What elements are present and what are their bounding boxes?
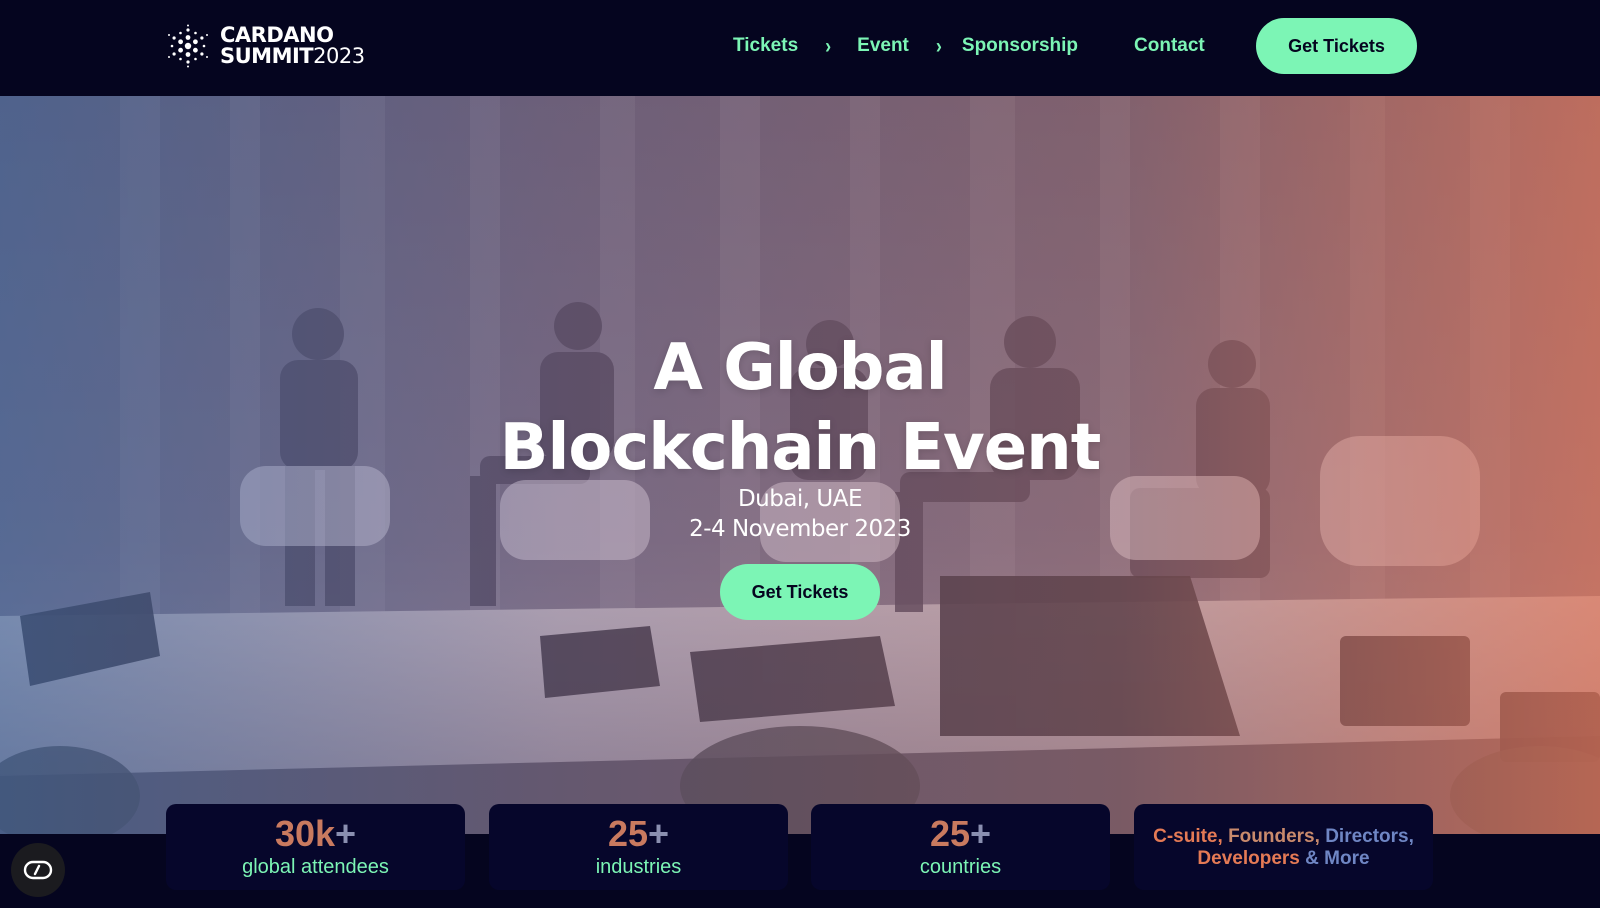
nav-contact[interactable]: Contact <box>1134 35 1205 57</box>
cookie-settings-icon <box>23 860 53 880</box>
audience-more: & More <box>1305 848 1370 869</box>
brand-wordmark: CARDANO SUMMIT2023 <box>220 25 365 67</box>
hero-get-tickets-button[interactable]: Get Tickets <box>720 564 880 620</box>
stat-suffix: + <box>335 813 357 854</box>
stat-label: global attendees <box>242 856 389 878</box>
hero-title-line1: A Global <box>653 331 947 405</box>
brand-line1: CARDANO <box>220 23 334 47</box>
audience-csuite: C-suite, <box>1153 826 1223 847</box>
stat-suffix: + <box>970 813 992 854</box>
main-nav: Tickets › Event › Sponsorship Contact <box>733 0 1205 92</box>
cardano-logo-icon <box>168 24 208 68</box>
hero-section: A Global Blockchain Event Dubai, UAE 2-4… <box>0 96 1600 834</box>
brand-summit: SUMMIT <box>220 44 314 68</box>
stat-value: 30k+ <box>166 814 465 854</box>
nav-event[interactable]: Event <box>857 35 909 57</box>
stat-card-countries: 25+ countries <box>811 804 1110 890</box>
brand-year: 2023 <box>313 44 365 68</box>
brand-logo[interactable]: CARDANO SUMMIT2023 <box>166 24 365 68</box>
stat-label: countries <box>919 856 1002 878</box>
nav-tickets[interactable]: Tickets <box>733 35 798 57</box>
hero-title: A Global Blockchain Event <box>450 328 1150 488</box>
nav-sponsorship[interactable]: Sponsorship <box>962 35 1078 57</box>
site-header: CARDANO SUMMIT2023 Tickets › Event › Spo… <box>0 0 1600 96</box>
cookie-settings-button[interactable] <box>11 843 65 897</box>
stat-value: 25+ <box>811 814 1110 854</box>
audience-developers: Developers <box>1197 848 1300 869</box>
chevron-right-icon[interactable]: › <box>825 33 831 58</box>
stat-number: 30k <box>274 813 336 854</box>
chevron-right-icon[interactable]: › <box>936 33 942 58</box>
hero-title-line2: Blockchain Event <box>499 411 1102 485</box>
hero-location: Dubai, UAE <box>737 486 863 512</box>
audience-directors: Directors, <box>1325 826 1414 847</box>
stat-card-attendees: 30k+ global attendees <box>166 804 465 890</box>
audience-founders: Founders, <box>1228 826 1320 847</box>
stat-number: 25 <box>607 813 648 854</box>
header-get-tickets-button[interactable]: Get Tickets <box>1256 18 1417 74</box>
stat-number: 25 <box>929 813 970 854</box>
stat-card-audience: C-suite, Founders, Directors, Developers… <box>1134 804 1433 890</box>
stat-label: industries <box>595 856 682 878</box>
stat-value: 25+ <box>489 814 788 854</box>
audience-text: C-suite, Founders, Directors, Developers… <box>1134 826 1433 870</box>
hero-dates: 2-4 November 2023 <box>689 516 911 542</box>
stat-card-industries: 25+ industries <box>489 804 788 890</box>
stat-suffix: + <box>648 813 670 854</box>
brand-line2: SUMMIT2023 <box>220 46 365 67</box>
